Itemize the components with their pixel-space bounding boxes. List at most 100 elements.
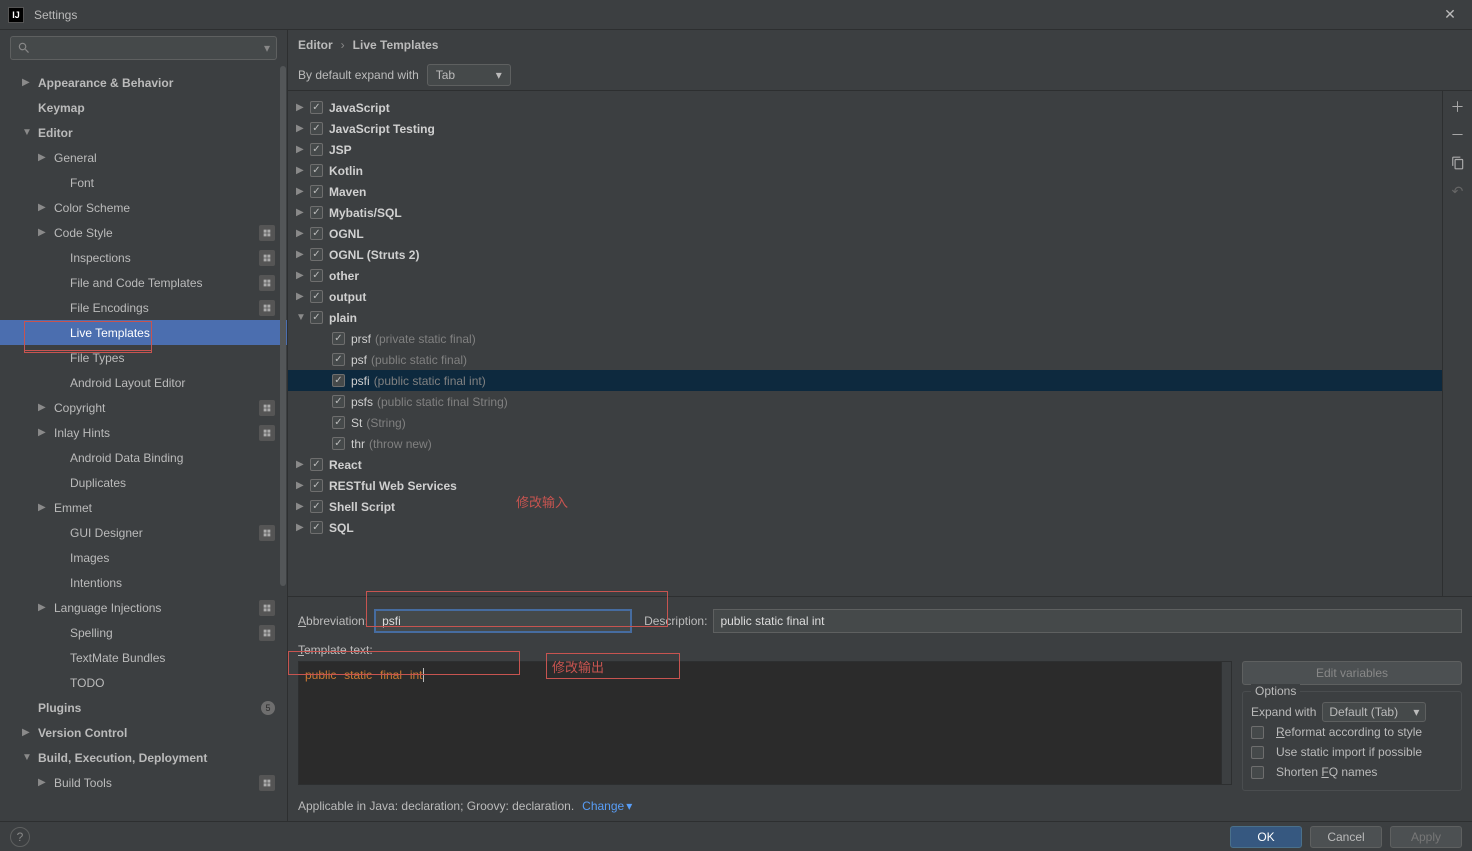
sidebar-item[interactable]: Live Templates xyxy=(0,320,287,345)
template-group-row[interactable]: ▶OGNL xyxy=(288,223,1442,244)
settings-tree[interactable]: ▶Appearance & BehaviorKeymap▼Editor▶Gene… xyxy=(0,66,287,821)
group-checkbox[interactable] xyxy=(310,206,323,219)
template-group-row[interactable]: ▶Kotlin xyxy=(288,160,1442,181)
group-checkbox[interactable] xyxy=(310,122,323,135)
group-checkbox[interactable] xyxy=(310,479,323,492)
group-checkbox[interactable] xyxy=(310,311,323,324)
template-group-row[interactable]: ▶Shell Script xyxy=(288,496,1442,517)
sidebar-item[interactable]: Keymap xyxy=(0,95,287,120)
apply-button[interactable]: Apply xyxy=(1390,826,1462,848)
template-group-row[interactable]: ▶output xyxy=(288,286,1442,307)
cancel-button[interactable]: Cancel xyxy=(1310,826,1382,848)
template-checkbox[interactable] xyxy=(332,395,345,408)
template-checkbox[interactable] xyxy=(332,416,345,429)
sidebar-item[interactable]: ▼Build, Execution, Deployment xyxy=(0,745,287,770)
template-group-row[interactable]: ▶JavaScript xyxy=(288,97,1442,118)
sidebar-item[interactable]: Font xyxy=(0,170,287,195)
sidebar-item[interactable]: Images xyxy=(0,545,287,570)
template-row[interactable]: St(String) xyxy=(288,412,1442,433)
group-checkbox[interactable] xyxy=(310,227,323,240)
sidebar-item[interactable]: ▶Emmet xyxy=(0,495,287,520)
sidebar-item[interactable]: GUI Designer xyxy=(0,520,287,545)
template-group-row[interactable]: ▶JSP xyxy=(288,139,1442,160)
search-input-wrap[interactable]: ▾ xyxy=(10,36,277,60)
sidebar-item[interactable]: ▶Build Tools xyxy=(0,770,287,795)
undo-template-button[interactable]: ↶ xyxy=(1448,181,1468,201)
sidebar-item[interactable]: TextMate Bundles xyxy=(0,645,287,670)
template-group-row[interactable]: ▶JavaScript Testing xyxy=(288,118,1442,139)
search-dropdown-icon[interactable]: ▾ xyxy=(264,41,270,55)
template-tree[interactable]: ▶JavaScript▶JavaScript Testing▶JSP▶Kotli… xyxy=(288,90,1442,596)
group-checkbox[interactable] xyxy=(310,500,323,513)
close-icon[interactable]: ✕ xyxy=(1436,6,1464,23)
sidebar-item[interactable]: ▶Language Injections xyxy=(0,595,287,620)
chevron-right-icon: › xyxy=(341,38,345,52)
group-checkbox[interactable] xyxy=(310,185,323,198)
template-row[interactable]: psfs(public static final String) xyxy=(288,391,1442,412)
template-scrollbar[interactable] xyxy=(1221,662,1231,784)
template-row[interactable]: thr(throw new) xyxy=(288,433,1442,454)
sidebar-item[interactable]: ▶Code Style xyxy=(0,220,287,245)
sidebar-item[interactable]: Android Layout Editor xyxy=(0,370,287,395)
template-text-area[interactable]: public static final int xyxy=(298,661,1232,785)
sidebar-item[interactable]: Plugins5 xyxy=(0,695,287,720)
abbreviation-input[interactable] xyxy=(374,609,632,633)
add-template-button[interactable]: ＋ xyxy=(1448,97,1468,117)
copy-template-button[interactable] xyxy=(1448,153,1468,173)
sidebar-item[interactable]: ▶Copyright xyxy=(0,395,287,420)
sidebar-item[interactable]: Spelling xyxy=(0,620,287,645)
sidebar-item[interactable]: Inspections xyxy=(0,245,287,270)
sidebar-item[interactable]: ▶Appearance & Behavior xyxy=(0,70,287,95)
template-row[interactable]: psf(public static final) xyxy=(288,349,1442,370)
sidebar-scrollbar[interactable] xyxy=(280,66,286,821)
static-import-checkbox[interactable] xyxy=(1251,746,1264,759)
group-checkbox[interactable] xyxy=(310,143,323,156)
sidebar-item[interactable]: Duplicates xyxy=(0,470,287,495)
sidebar-item[interactable]: Android Data Binding xyxy=(0,445,287,470)
template-checkbox[interactable] xyxy=(332,332,345,345)
template-group-row[interactable]: ▶Maven xyxy=(288,181,1442,202)
expand-with-combo[interactable]: Tab ▾ xyxy=(427,64,511,86)
template-desc: (public static final String) xyxy=(377,395,508,409)
template-group-row[interactable]: ▶OGNL (Struts 2) xyxy=(288,244,1442,265)
template-row[interactable]: prsf(private static final) xyxy=(288,328,1442,349)
sidebar-item[interactable]: Intentions xyxy=(0,570,287,595)
group-checkbox[interactable] xyxy=(310,248,323,261)
template-group-row[interactable]: ▶RESTful Web Services xyxy=(288,475,1442,496)
template-checkbox[interactable] xyxy=(332,353,345,366)
template-checkbox[interactable] xyxy=(332,437,345,450)
group-checkbox[interactable] xyxy=(310,290,323,303)
remove-template-button[interactable]: － xyxy=(1448,125,1468,145)
template-row[interactable]: psfi(public static final int) xyxy=(288,370,1442,391)
ok-button[interactable]: OK xyxy=(1230,826,1302,848)
template-checkbox[interactable] xyxy=(332,374,345,387)
sidebar-item[interactable]: File Types xyxy=(0,345,287,370)
sidebar-item[interactable]: File Encodings xyxy=(0,295,287,320)
sidebar-item[interactable]: ▶Inlay Hints xyxy=(0,420,287,445)
group-checkbox[interactable] xyxy=(310,269,323,282)
group-checkbox[interactable] xyxy=(310,101,323,114)
template-group-row[interactable]: ▶React xyxy=(288,454,1442,475)
sidebar-item[interactable]: TODO xyxy=(0,670,287,695)
sidebar-item[interactable]: ▼Editor xyxy=(0,120,287,145)
sidebar-item[interactable]: ▶Version Control xyxy=(0,720,287,745)
help-button[interactable]: ? xyxy=(10,827,30,847)
description-input[interactable] xyxy=(713,609,1462,633)
sidebar-item[interactable]: ▶General xyxy=(0,145,287,170)
template-group-row[interactable]: ▶Mybatis/SQL xyxy=(288,202,1442,223)
change-context-link[interactable]: Change ▾ xyxy=(582,799,632,813)
expand-with-inner-combo[interactable]: Default (Tab) ▾ xyxy=(1322,702,1426,722)
template-group-row[interactable]: ▶SQL xyxy=(288,517,1442,538)
template-group-row[interactable]: ▼plain xyxy=(288,307,1442,328)
search-input[interactable] xyxy=(35,41,264,55)
template-group-row[interactable]: ▶other xyxy=(288,265,1442,286)
breadcrumb-editor[interactable]: Editor xyxy=(298,38,333,52)
group-checkbox[interactable] xyxy=(310,164,323,177)
sidebar-item-label: File and Code Templates xyxy=(70,276,203,290)
group-checkbox[interactable] xyxy=(310,521,323,534)
sidebar-item[interactable]: File and Code Templates xyxy=(0,270,287,295)
group-checkbox[interactable] xyxy=(310,458,323,471)
reformat-checkbox[interactable] xyxy=(1251,726,1264,739)
shorten-fq-checkbox[interactable] xyxy=(1251,766,1264,779)
sidebar-item[interactable]: ▶Color Scheme xyxy=(0,195,287,220)
